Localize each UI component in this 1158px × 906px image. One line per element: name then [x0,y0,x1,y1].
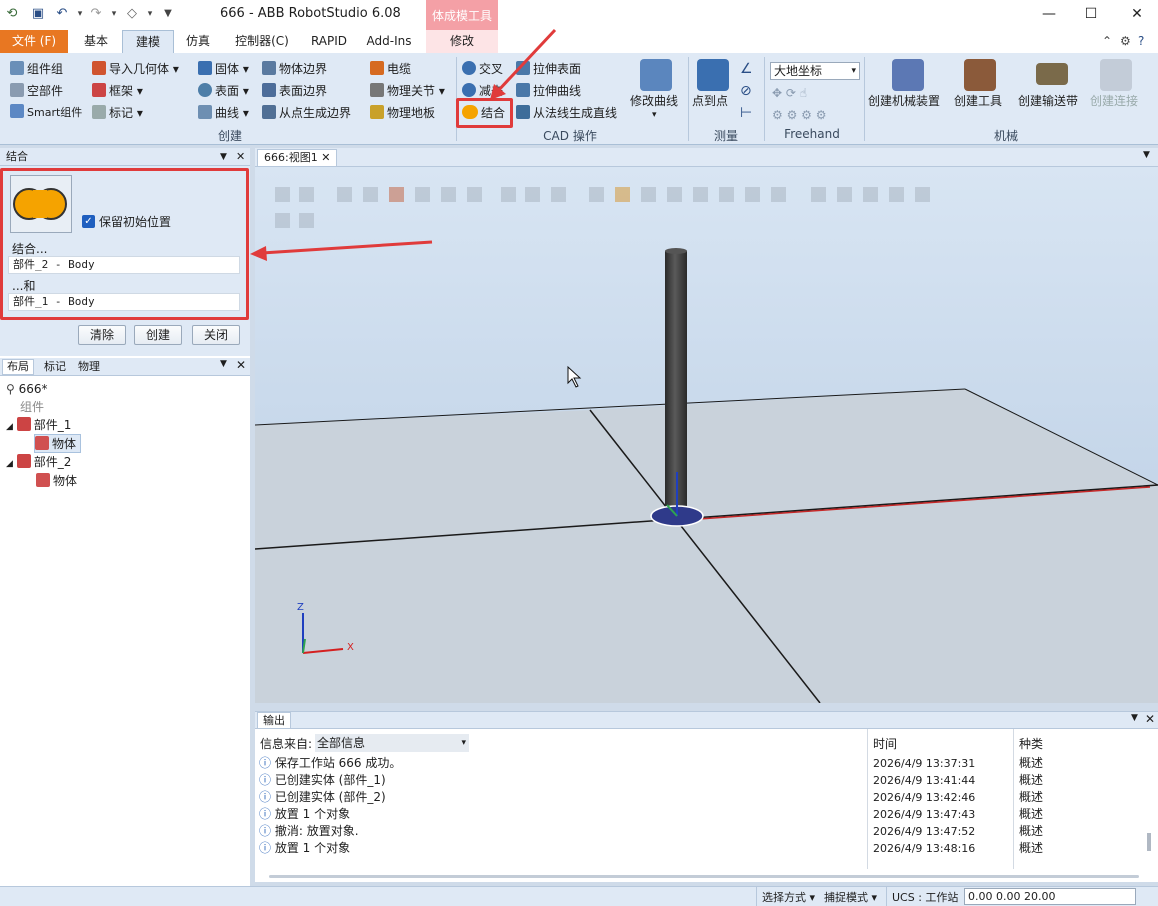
info-icon: ⓘ [259,756,272,770]
vertical-scrollbar[interactable] [1147,833,1151,851]
status-divider [886,887,887,906]
snap-mode-button[interactable]: 捕捉模式 ▾ [824,889,877,905]
output-filter-label: 信息来自: [260,737,313,751]
info-icon: ⓘ [259,807,272,821]
ucs-label: UCS : 工作站 [892,891,959,904]
select-mode-button[interactable]: 选择方式 ▾ [762,889,815,905]
annotation-arrowhead [250,246,267,261]
column-header-time[interactable]: 时间 [873,735,897,752]
output-header: 输出 ▼ ✕ [255,711,1158,729]
annotation-arrow-ribbon [494,28,557,95]
status-divider [756,887,757,906]
annotation-arrow-panel [261,240,433,255]
output-row[interactable]: ⓘ 已创建实体 (部件_1) 2026/4/9 13:41:44 概述 [259,772,1139,789]
horizontal-scrollbar[interactable] [269,875,1139,878]
panel-close-icon[interactable]: ✕ [1145,712,1155,726]
panel-menu-icon[interactable]: ▼ [1131,713,1138,723]
info-icon: ⓘ [259,824,272,838]
output-row[interactable]: ⓘ 保存工作站 666 成功。 2026/4/9 13:37:31 概述 [259,755,1139,772]
info-icon: ⓘ [259,841,272,855]
output-row[interactable]: ⓘ 已创建实体 (部件_2) 2026/4/9 13:42:46 概述 [259,789,1139,806]
column-header-type[interactable]: 种类 [1019,735,1043,752]
output-rows: ⓘ 保存工作站 666 成功。 2026/4/9 13:37:31 概述 ⓘ 已创建… [259,755,1139,857]
chevron-down-icon: ▾ [461,738,466,748]
robotstudio-window: ⟲ ▣ ↶ ▾ ↷ ▾ ◇ ▾ ▼ 666 - ABB RobotStudio … [0,0,1158,906]
status-bar: 选择方式 ▾ 捕捉模式 ▾ UCS : 工作站 0.00 0.00 20.00 [0,886,1158,906]
output-filter-select[interactable]: 全部信息 ▾ [315,734,469,752]
output-tab[interactable]: 输出 [257,712,291,729]
output-panel: 信息来自: 全部信息 ▾ 时间 种类 ⓘ 保存工作站 666 成功。 2026/4/… [255,729,1158,882]
info-icon: ⓘ [259,790,272,804]
output-row[interactable]: ⓘ 放置 1 个对象 2026/4/9 13:47:43 概述 [259,806,1139,823]
output-row[interactable]: ⓘ 撤消: 放置对象. 2026/4/9 13:47:52 概述 [259,823,1139,840]
info-icon: ⓘ [259,773,272,787]
output-row[interactable]: ⓘ 放置 1 个对象 2026/4/9 13:48:16 概述 [259,840,1139,857]
coordinates-field[interactable]: 0.00 0.00 20.00 [964,888,1136,905]
